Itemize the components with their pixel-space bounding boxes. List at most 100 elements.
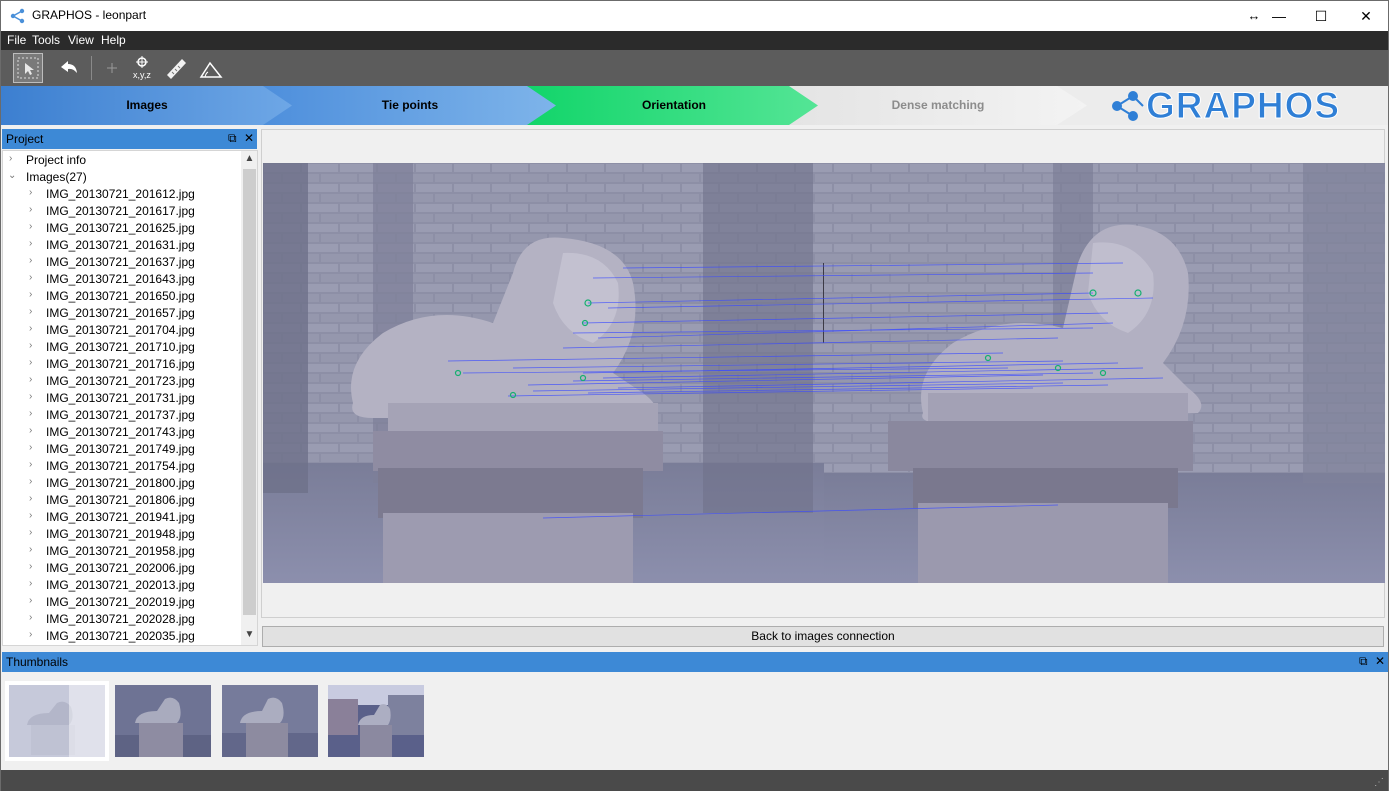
project-dock-title: Project bbox=[6, 132, 44, 146]
tree-item-label: IMG_20130721_201737.jpg bbox=[46, 408, 195, 422]
chevron-right-icon[interactable]: › bbox=[29, 578, 39, 589]
chevron-right-icon[interactable]: › bbox=[29, 595, 39, 606]
tree-item-label: IMG_20130721_201806.jpg bbox=[46, 493, 195, 507]
chevron-right-icon[interactable]: › bbox=[29, 408, 39, 419]
tree-item-label: IMG_20130721_201631.jpg bbox=[46, 238, 195, 252]
menu-bar: File Tools View Help bbox=[1, 31, 1388, 50]
chevron-right-icon[interactable]: › bbox=[29, 391, 39, 402]
maximize-button[interactable]: ☐ bbox=[1298, 1, 1344, 31]
tree-item-label: IMG_20130721_201657.jpg bbox=[46, 306, 195, 320]
chevron-right-icon[interactable]: › bbox=[9, 153, 19, 164]
thumbnails-dock-header: Thumbnails ⧉ ✕ bbox=[2, 652, 1388, 672]
tree-item-label: IMG_20130721_201800.jpg bbox=[46, 476, 195, 490]
tree-item-label: IMG_20130721_201617.jpg bbox=[46, 204, 195, 218]
chevron-right-icon[interactable]: › bbox=[29, 289, 39, 300]
chevron-down-icon[interactable]: ⌄ bbox=[8, 170, 18, 181]
menu-tools[interactable]: Tools bbox=[32, 33, 60, 47]
undo-icon bbox=[61, 61, 77, 73]
thumbnail-image[interactable] bbox=[9, 685, 105, 757]
close-dock-icon[interactable]: ✕ bbox=[244, 131, 254, 145]
chevron-right-icon[interactable]: › bbox=[29, 476, 39, 487]
step-images[interactable]: Images bbox=[1, 86, 293, 125]
chevron-right-icon[interactable]: › bbox=[29, 527, 39, 538]
chevron-right-icon[interactable]: › bbox=[29, 493, 39, 504]
chevron-right-icon[interactable]: › bbox=[29, 544, 39, 555]
chevron-right-icon[interactable]: › bbox=[29, 306, 39, 317]
toolbar: x,y,z bbox=[1, 50, 1388, 86]
graphos-logo: GRAPHOS bbox=[1109, 85, 1389, 127]
undo-button[interactable] bbox=[54, 53, 84, 83]
chevron-right-icon[interactable]: › bbox=[29, 187, 39, 198]
thumbnail-image[interactable] bbox=[115, 685, 211, 757]
chevron-right-icon[interactable]: › bbox=[29, 510, 39, 521]
menu-view[interactable]: View bbox=[68, 33, 94, 47]
select-icon bbox=[17, 57, 39, 79]
chevron-right-icon[interactable]: › bbox=[29, 425, 39, 436]
point-tool-button[interactable] bbox=[97, 53, 127, 83]
project-dock-header: Project ⧉ ✕ bbox=[2, 129, 257, 149]
close-dock-icon[interactable]: ✕ bbox=[1375, 654, 1385, 668]
vertical-scrollbar[interactable]: ▲ ▼ bbox=[241, 151, 257, 645]
menu-file[interactable]: File bbox=[7, 33, 26, 47]
back-to-images-connection-button[interactable]: Back to images connection bbox=[262, 626, 1384, 647]
select-tool-button[interactable] bbox=[13, 53, 43, 83]
main-view bbox=[261, 129, 1385, 618]
tree-item-label: IMG_20130721_201650.jpg bbox=[46, 289, 195, 303]
tree-item-label: Project info bbox=[26, 153, 87, 167]
menu-help[interactable]: Help bbox=[101, 33, 126, 47]
tree-item-label: IMG_20130721_201941.jpg bbox=[46, 510, 195, 524]
ruler-tool-button[interactable] bbox=[161, 53, 191, 83]
tree-item-label: IMG_20130721_201643.jpg bbox=[46, 272, 195, 286]
chevron-right-icon[interactable]: › bbox=[29, 340, 39, 351]
toolbar-separator bbox=[91, 56, 92, 80]
thumbnail-image[interactable] bbox=[222, 685, 318, 757]
tree-item-label: IMG_20130721_201710.jpg bbox=[46, 340, 195, 354]
chevron-right-icon[interactable]: › bbox=[29, 221, 39, 232]
thumbnail-image[interactable] bbox=[328, 685, 424, 757]
resize-grip-icon[interactable]: ⋰ bbox=[1374, 777, 1384, 788]
application-window: GRAPHOS - leonpart ↔ — ☐ ✕ File Tools Vi… bbox=[0, 0, 1389, 791]
window-title: GRAPHOS - leonpart bbox=[32, 8, 147, 22]
logo-wordmark: GRAPHOS bbox=[1146, 88, 1340, 124]
close-window-button[interactable]: ✕ bbox=[1343, 1, 1389, 31]
tree-item-label: Images(27) bbox=[26, 170, 87, 184]
tree-item-label: IMG_20130721_202006.jpg bbox=[46, 561, 195, 575]
chevron-right-icon[interactable]: › bbox=[29, 238, 39, 249]
scroll-down-icon[interactable]: ▼ bbox=[241, 629, 257, 643]
tree-item-label: IMG_20130721_201723.jpg bbox=[46, 374, 195, 388]
tie-point-matches-view[interactable] bbox=[263, 163, 1385, 583]
tree-item-label: IMG_20130721_202019.jpg bbox=[46, 595, 195, 609]
step-dense-matching[interactable]: Dense matching bbox=[789, 86, 1087, 125]
step-orientation[interactable]: Orientation bbox=[527, 86, 821, 125]
tree-item-label: IMG_20130721_201704.jpg bbox=[46, 323, 195, 337]
left-image bbox=[263, 163, 868, 583]
angle-icon bbox=[199, 61, 223, 78]
angle-tool-button[interactable] bbox=[196, 53, 226, 83]
minimize-button[interactable]: — bbox=[1256, 1, 1302, 31]
tree-item-label: IMG_20130721_201716.jpg bbox=[46, 357, 195, 371]
tree-item-label: IMG_20130721_201948.jpg bbox=[46, 527, 195, 541]
right-image bbox=[824, 163, 1385, 583]
coordinate-label: x,y,z bbox=[133, 70, 151, 80]
chevron-right-icon[interactable]: › bbox=[29, 442, 39, 453]
chevron-right-icon[interactable]: › bbox=[29, 612, 39, 623]
chevron-right-icon[interactable]: › bbox=[29, 323, 39, 334]
coordinate-tool-button[interactable]: x,y,z bbox=[129, 53, 159, 83]
scrollbar-thumb[interactable] bbox=[243, 169, 256, 615]
chevron-right-icon[interactable]: › bbox=[29, 629, 39, 640]
chevron-right-icon[interactable]: › bbox=[29, 357, 39, 368]
tree-item-label: IMG_20130721_201754.jpg bbox=[46, 459, 195, 473]
tree-item-label: IMG_20130721_201731.jpg bbox=[46, 391, 195, 405]
status-bar: ⋰ bbox=[1, 770, 1388, 791]
chevron-right-icon[interactable]: › bbox=[29, 272, 39, 283]
chevron-right-icon[interactable]: › bbox=[29, 374, 39, 385]
chevron-right-icon[interactable]: › bbox=[29, 204, 39, 215]
title-bar: GRAPHOS - leonpart ↔ — ☐ ✕ bbox=[1, 1, 1388, 31]
chevron-right-icon[interactable]: › bbox=[29, 561, 39, 572]
float-dock-icon[interactable]: ⧉ bbox=[1359, 654, 1368, 669]
float-dock-icon[interactable]: ⧉ bbox=[228, 131, 237, 146]
chevron-right-icon[interactable]: › bbox=[29, 255, 39, 266]
scroll-up-icon[interactable]: ▲ bbox=[241, 153, 257, 167]
step-tie-points[interactable]: Tie points bbox=[263, 86, 557, 125]
chevron-right-icon[interactable]: › bbox=[29, 459, 39, 470]
